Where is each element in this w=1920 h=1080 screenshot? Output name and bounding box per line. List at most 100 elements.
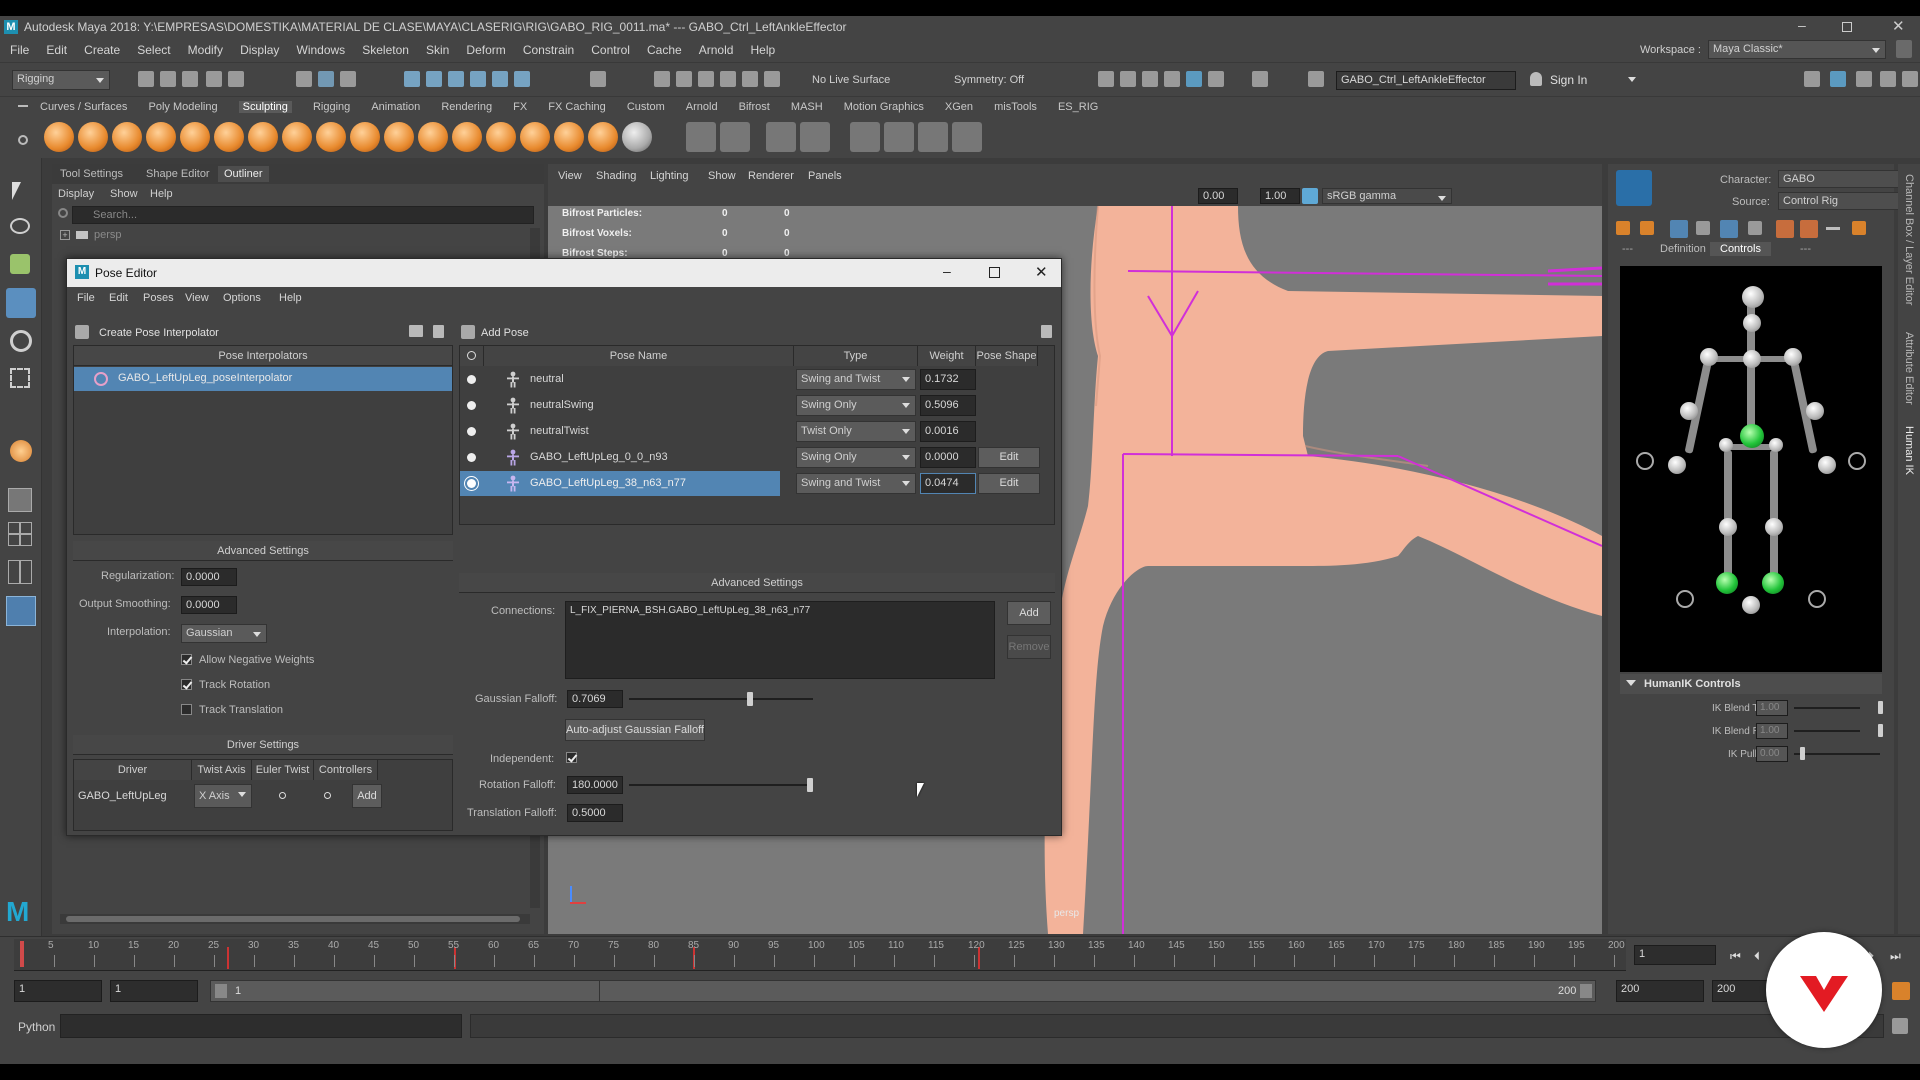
grab-tool-icon[interactable] [146,122,176,152]
menu-skin[interactable]: Skin [426,43,449,57]
menu-skeleton[interactable]: Skeleton [362,43,409,57]
copy-weights-icon[interactable] [918,122,948,152]
ik-blend-t-slider-handle[interactable] [1878,701,1883,714]
flatten-tool-icon[interactable] [214,122,244,152]
joint-tool-icon[interactable] [686,122,716,152]
menu-help[interactable]: Help [751,43,776,57]
single-perspective-icon[interactable] [8,488,32,512]
mirror-weights-icon[interactable] [884,122,914,152]
shelf-tab-es-rig[interactable]: ES_RIG [1058,101,1098,113]
two-view-icon[interactable] [8,560,32,584]
hik-right-knee[interactable] [1765,518,1783,536]
pose-weight-field[interactable]: 0.5096 [920,395,976,416]
ik-blend-t-track[interactable] [1794,707,1860,709]
hik-left-elbow[interactable] [1680,402,1698,420]
snap-point-icon[interactable] [448,71,464,87]
symmetry-label[interactable]: Symmetry: Off [954,74,1024,86]
scrape-tool-icon[interactable] [418,122,448,152]
expand-icon[interactable]: + [60,230,70,240]
twist-axis-dropdown[interactable]: X Axis [194,784,252,808]
independent-checkbox[interactable] [566,752,577,763]
ik-handle-icon[interactable] [720,122,750,152]
viewport-menu-show[interactable]: Show [708,170,736,182]
snap-grid-icon[interactable] [404,71,420,87]
driver-name[interactable]: GABO_LeftUpLeg [78,790,167,802]
ik-pull-slider-handle[interactable] [1800,747,1805,760]
side-tab-human-ik[interactable]: Human IK [1903,426,1915,475]
snap-curve-icon[interactable] [426,71,442,87]
playback-start-field[interactable]: 1 [110,980,198,1002]
go-to-end-icon[interactable]: ⏭ [1890,949,1901,964]
menu-edit[interactable]: Edit [46,43,67,57]
fill-tool-icon[interactable] [452,122,482,152]
regularization-field[interactable]: 0.0000 [181,568,237,586]
layer-editor-toggle-icon[interactable] [1902,71,1918,87]
pose-editor-icon[interactable] [800,122,830,152]
pe-menu-help[interactable]: Help [279,292,302,304]
outliner-search-input[interactable]: Search... [72,206,534,224]
shelf-tab-arnold[interactable]: Arnold [686,101,718,113]
ik-pull-field[interactable]: 0.00 [1756,746,1788,762]
pe-minimize-button[interactable]: – [943,263,951,279]
pose-type-dropdown[interactable]: Swing and Twist [796,369,916,390]
relax-tool-icon[interactable] [112,122,142,152]
pose-editor-titlebar[interactable]: M Pose Editor – ✕ [67,259,1061,287]
shelf-tab-mistools[interactable]: misTools [994,101,1037,113]
interpolation-dropdown[interactable]: Gaussian [181,624,267,643]
rotate-tool-icon[interactable] [10,330,32,352]
hik-body-part-icon[interactable] [1696,221,1710,235]
ipr-icon[interactable] [698,71,714,87]
render-icon[interactable] [676,71,692,87]
component-editor-icon[interactable] [952,122,982,152]
hik-selection-icon[interactable] [1720,220,1738,238]
viewport-menu-renderer[interactable]: Renderer [748,170,794,182]
hik-tab-controls[interactable]: Controls [1710,242,1771,256]
minimize-button[interactable]: – [1798,17,1814,33]
current-frame-field[interactable]: 1 [1634,945,1716,965]
select-object-icon[interactable] [318,71,334,87]
render-pause-icon[interactable] [1252,71,1268,87]
gamma-field[interactable]: 1.00 [1260,188,1300,204]
hik-pin-icon[interactable] [1640,221,1654,235]
undo-icon[interactable] [206,71,222,87]
animation-start-field[interactable]: 1 [14,980,102,1002]
pose-row[interactable]: neutralTwist Twist Only 0.0016 [460,419,1040,444]
rotation-falloff-track[interactable] [629,784,813,786]
hik-right-hip[interactable] [1769,438,1783,452]
shelf-tab-motion-graphics[interactable]: Motion Graphics [844,101,924,113]
snap-surface-icon[interactable] [492,71,508,87]
render-refresh-icon[interactable] [1208,71,1224,87]
new-folder-icon[interactable] [409,325,423,337]
hik-neck[interactable] [1743,314,1761,332]
menu-deform[interactable]: Deform [466,43,505,57]
knife-tool-icon[interactable] [486,122,516,152]
pose-shape-edit-button[interactable]: Edit [978,473,1040,494]
step-back-icon[interactable]: ⏴ [1754,949,1760,964]
smear-tool-icon[interactable] [520,122,550,152]
color-management-icon[interactable] [1302,188,1318,204]
hik-right-hand-toggle-icon[interactable] [1848,452,1866,470]
ik-blend-r-slider-handle[interactable] [1878,724,1883,737]
ik-blend-r-field[interactable]: 1.00 [1756,723,1788,739]
open-scene-icon[interactable] [160,71,176,87]
hik-full-body-icon[interactable] [1670,220,1688,238]
workspace-dropdown[interactable]: Maya Classic* [1708,40,1886,59]
hik-character-view[interactable] [1620,266,1882,672]
menu-modify[interactable]: Modify [188,43,223,57]
hik-release-icon[interactable] [1748,221,1762,235]
menu-file[interactable]: File [10,43,29,57]
shelf-tab-animation[interactable]: Animation [371,101,420,113]
render-view-icon[interactable] [764,71,780,87]
snap-view-icon[interactable] [470,71,486,87]
hik-stance-icon[interactable] [1852,221,1866,235]
shelf-tab-fx[interactable]: FX [513,101,527,113]
gaussian-falloff-field[interactable]: 0.7069 [567,690,623,708]
interpolator-row[interactable]: GABO_LeftUpLeg_poseInterpolator [74,367,452,391]
rotation-falloff-field[interactable]: 180.0000 [567,776,623,794]
add-pose-button[interactable]: Add Pose [459,323,539,343]
tab-tool-settings[interactable]: Tool Settings [60,168,123,180]
render-region-icon[interactable] [1098,71,1114,87]
wax-tool-icon[interactable] [384,122,414,152]
new-scene-icon[interactable] [138,71,154,87]
command-input[interactable] [60,1014,462,1038]
